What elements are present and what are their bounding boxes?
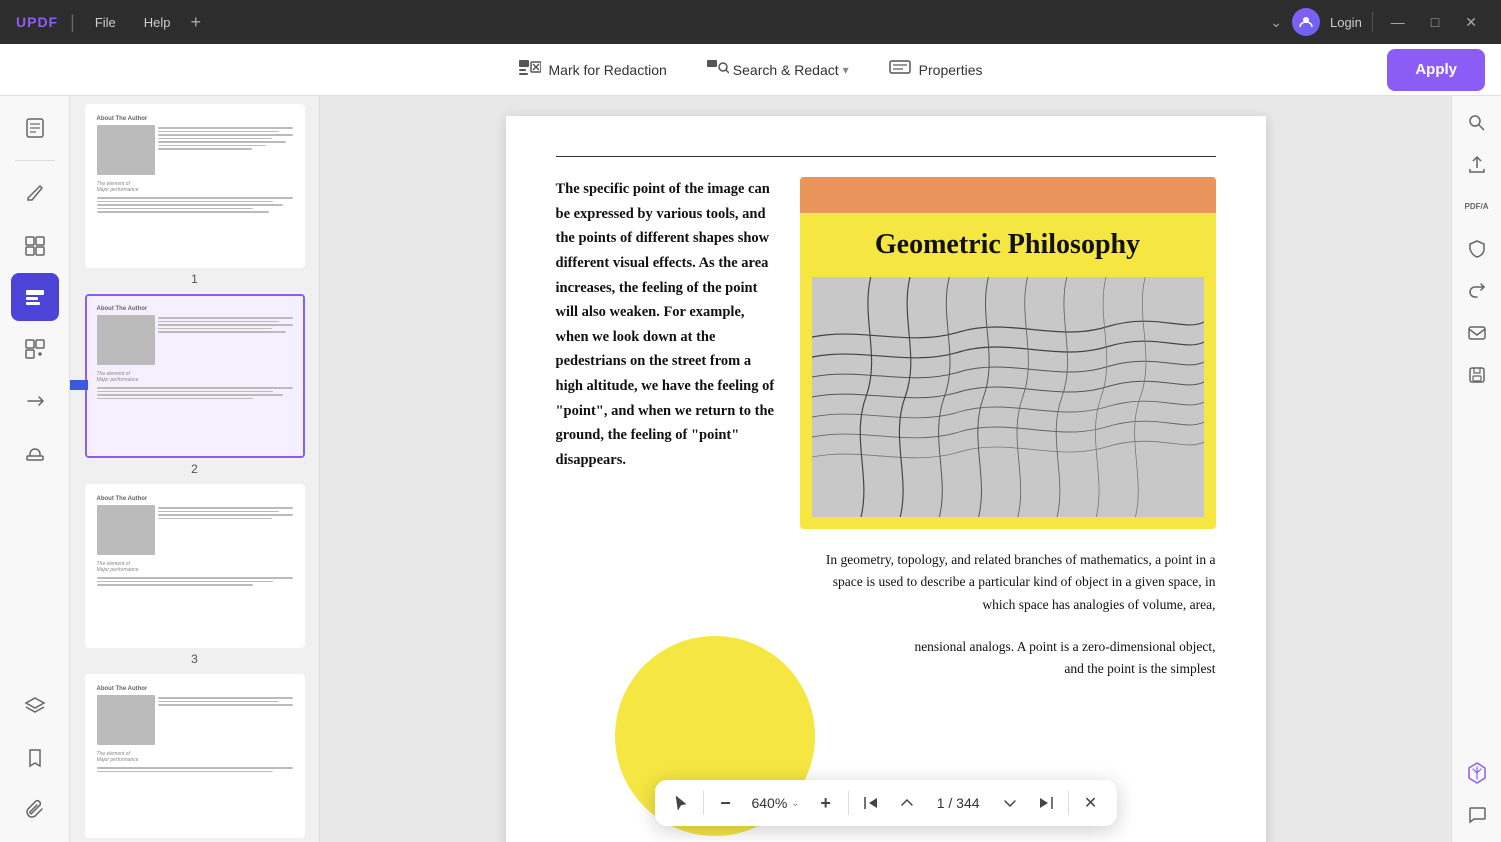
thumb-page-num-2: 2 bbox=[191, 462, 198, 476]
geometric-title: Geometric Philosophy bbox=[800, 213, 1216, 277]
titlebar: UPDF | File Help + ⌄ Login — □ ✕ bbox=[0, 0, 1501, 44]
thumb-img-4: About The Author bbox=[87, 676, 303, 836]
layer-icon-btn[interactable] bbox=[11, 682, 59, 730]
properties-btn[interactable]: Properties bbox=[869, 48, 1003, 92]
login-label[interactable]: Login bbox=[1330, 15, 1362, 30]
mark-redaction-label: Mark for Redaction bbox=[549, 62, 667, 78]
zoom-out-btn[interactable]: − bbox=[707, 785, 743, 821]
thumb-box-3[interactable]: About The Author bbox=[85, 484, 305, 648]
comment-icon-btn[interactable] bbox=[1458, 796, 1496, 834]
ocr-icon-btn[interactable] bbox=[11, 325, 59, 373]
zoom-chevron-icon: ⌄ bbox=[791, 798, 799, 809]
mark-redaction-icon bbox=[519, 58, 541, 81]
left-sidebar bbox=[0, 96, 70, 842]
thumb-img-3: About The Author bbox=[87, 486, 303, 646]
attach-icon-btn[interactable] bbox=[11, 786, 59, 834]
toolbar-sep3 bbox=[1068, 791, 1069, 815]
geometric-card: Geometric Philosophy bbox=[800, 177, 1216, 529]
thumbnail-item-1[interactable]: About The Author bbox=[78, 104, 311, 286]
stamp-icon-btn[interactable] bbox=[11, 429, 59, 477]
secure-icon-btn[interactable] bbox=[1458, 230, 1496, 268]
pdf-top-rule bbox=[556, 156, 1216, 157]
bottom-toolbar: − 640% ⌄ + 1 / 344 bbox=[654, 780, 1116, 826]
search-sidebar-icon-btn[interactable] bbox=[1458, 104, 1496, 142]
thumbnail-item-4[interactable]: About The Author bbox=[78, 674, 311, 842]
redact-icon-btn[interactable] bbox=[11, 273, 59, 321]
pdf-geometry-text: In geometry, topology, and related branc… bbox=[800, 549, 1216, 616]
file-menu[interactable]: File bbox=[87, 11, 124, 34]
reader-icon-btn[interactable] bbox=[11, 104, 59, 152]
pdf-geometry-text-p1: In geometry, topology, and related branc… bbox=[826, 552, 1216, 612]
pdfa-icon-btn[interactable]: PDF/A bbox=[1458, 188, 1496, 226]
bookmark-icon-btn[interactable] bbox=[11, 734, 59, 782]
thumb-box-4[interactable]: About The Author bbox=[85, 674, 305, 838]
search-redact-btn[interactable]: Search & Redact ▾ bbox=[687, 48, 869, 92]
maximize-btn[interactable]: □ bbox=[1423, 14, 1447, 30]
pdf-view[interactable]: The specific point of the image can be e… bbox=[320, 96, 1451, 842]
page-down-btn[interactable] bbox=[992, 785, 1028, 821]
pdf-left-col: The specific point of the image can be e… bbox=[556, 177, 776, 616]
app-logo: UPDF bbox=[16, 14, 58, 30]
cursor-tool-btn[interactable] bbox=[662, 785, 698, 821]
search-redact-icon bbox=[707, 58, 729, 81]
page-indicator-arrow bbox=[70, 360, 88, 410]
mail-icon-btn[interactable] bbox=[1458, 314, 1496, 352]
main-area: About The Author bbox=[0, 96, 1501, 842]
right-sidebar: PDF/A bbox=[1451, 96, 1501, 842]
thumb-page-num-3: 3 bbox=[191, 652, 198, 666]
toolbar: Mark for Redaction Search & Redact ▾ Pro… bbox=[0, 44, 1501, 96]
titlebar-right: ⌄ Login — □ ✕ bbox=[1270, 8, 1485, 36]
pdf-content: The specific point of the image can be e… bbox=[556, 177, 1216, 616]
avatar bbox=[1292, 8, 1320, 36]
close-toolbar-btn[interactable]: ✕ bbox=[1073, 785, 1109, 821]
chevron-down-icon[interactable]: ⌄ bbox=[1270, 14, 1282, 31]
properties-label: Properties bbox=[919, 62, 983, 78]
thumbnail-panel: About The Author bbox=[70, 96, 320, 842]
properties-icon bbox=[889, 58, 911, 81]
geometric-card-header bbox=[800, 177, 1216, 213]
page-last-btn[interactable] bbox=[1028, 785, 1064, 821]
geometric-image bbox=[812, 277, 1204, 517]
page-display[interactable]: 1 / 344 bbox=[925, 795, 992, 811]
zoom-display[interactable]: 640% ⌄ bbox=[743, 795, 807, 811]
mark-for-redaction-btn[interactable]: Mark for Redaction bbox=[499, 48, 687, 92]
edit-icon-btn[interactable] bbox=[11, 169, 59, 217]
left-sep1 bbox=[15, 160, 55, 161]
share-icon-btn[interactable] bbox=[1458, 272, 1496, 310]
upload-icon-btn[interactable] bbox=[1458, 146, 1496, 184]
pdf-right-col: Geometric Philosophy bbox=[800, 177, 1216, 616]
thumb-page-num-1: 1 bbox=[191, 272, 198, 286]
add-tab-btn[interactable]: + bbox=[191, 12, 202, 33]
search-redact-label: Search & Redact bbox=[733, 62, 839, 78]
help-menu[interactable]: Help bbox=[136, 11, 179, 34]
zoom-in-btn[interactable]: + bbox=[808, 785, 844, 821]
toolbar-sep2 bbox=[848, 791, 849, 815]
titlebar-divider bbox=[1372, 12, 1373, 32]
page-up-btn[interactable] bbox=[889, 785, 925, 821]
toolbar-sep1 bbox=[702, 791, 703, 815]
close-btn[interactable]: ✕ bbox=[1457, 14, 1485, 31]
titlebar-sep1: | bbox=[70, 12, 75, 33]
page-first-btn[interactable] bbox=[853, 785, 889, 821]
thumb-box-2[interactable]: About The Author bbox=[85, 294, 305, 458]
pdf-page: The specific point of the image can be e… bbox=[506, 116, 1266, 842]
thumbnail-item-2[interactable]: About The Author bbox=[78, 294, 311, 476]
thumb-img-1: About The Author bbox=[87, 106, 303, 266]
apply-button[interactable]: Apply bbox=[1387, 49, 1485, 91]
pdf-main-text: The specific point of the image can be e… bbox=[556, 177, 776, 473]
save-icon-btn[interactable] bbox=[1458, 356, 1496, 394]
search-dropdown-icon[interactable]: ▾ bbox=[843, 63, 849, 77]
pdf-geometry-text2: nensional analogs. A point is a zero-dim… bbox=[898, 636, 1216, 681]
minimize-btn[interactable]: — bbox=[1383, 14, 1413, 30]
thumbnail-item-3[interactable]: About The Author bbox=[78, 484, 311, 666]
thumb-box-1[interactable]: About The Author bbox=[85, 104, 305, 268]
organize-icon-btn[interactable] bbox=[11, 221, 59, 269]
updf-logo-icon-btn[interactable] bbox=[1458, 754, 1496, 792]
convert-icon-btn[interactable] bbox=[11, 377, 59, 425]
thumb-img-2: About The Author bbox=[87, 296, 303, 456]
